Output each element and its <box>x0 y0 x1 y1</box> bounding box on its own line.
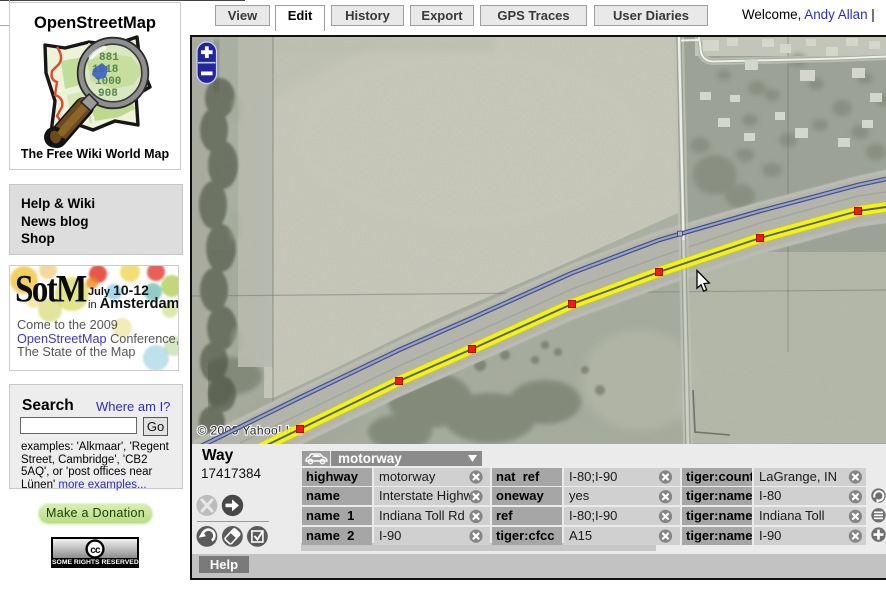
svg-text:cc: cc <box>90 545 101 556</box>
svg-text:881: 881 <box>99 52 119 64</box>
svg-text:908: 908 <box>98 88 118 100</box>
